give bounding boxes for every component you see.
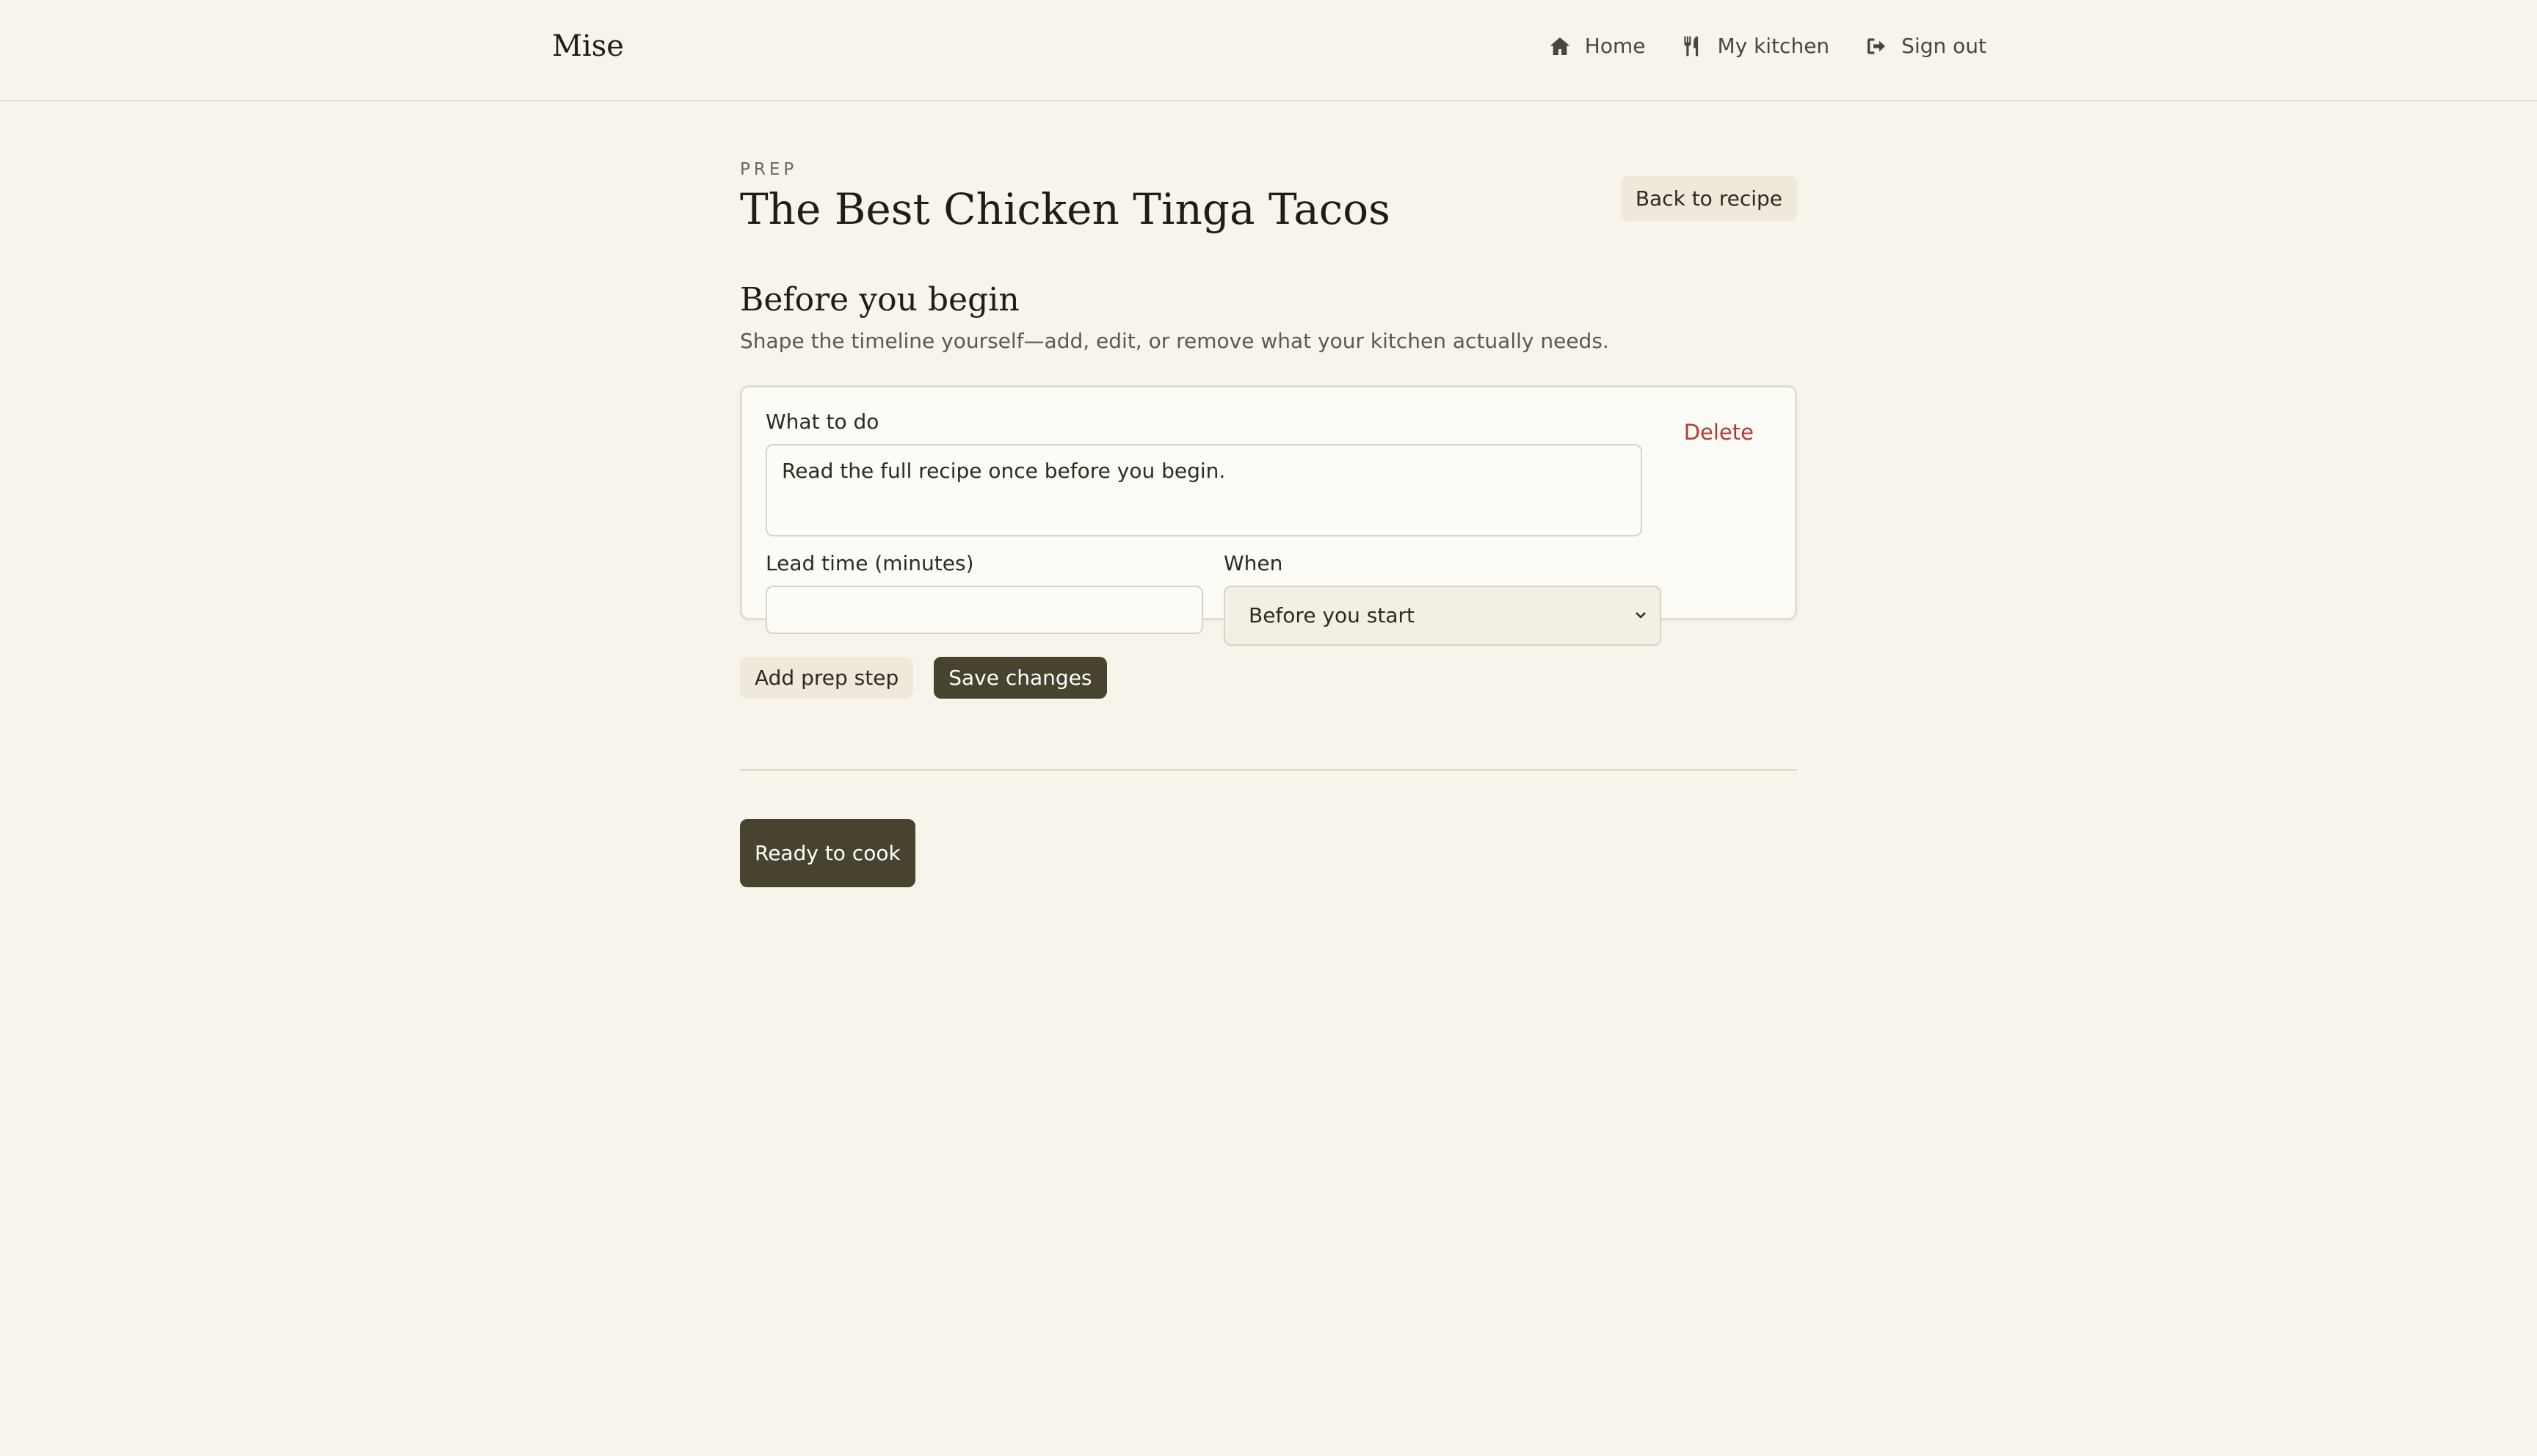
lead-time-label: Lead time (minutes) [766, 550, 974, 575]
utensils-icon [1680, 34, 1704, 58]
what-to-do-label: What to do [766, 409, 879, 434]
section-divider [740, 768, 1797, 771]
step-fields-row: Lead time (minutes) When Before you star… [766, 551, 1771, 646]
when-select[interactable]: Before you start [1224, 585, 1661, 646]
main-nav: Home My kitchen Sign out [1548, 34, 1986, 58]
brand-logo[interactable]: Mise [552, 29, 624, 63]
lead-time-input[interactable] [766, 585, 1203, 634]
lead-time-field: Lead time (minutes) [766, 551, 1206, 646]
save-changes-button[interactable]: Save changes [934, 656, 1107, 699]
add-prep-step-button[interactable]: Add prep step [740, 656, 914, 699]
top-bar: Mise Home My kitchen Sign out [0, 0, 2537, 101]
chevron-down-icon [1633, 603, 1648, 627]
nav-home-label: Home [1584, 34, 1646, 58]
section-subtitle: Shape the timeline yourself—add, edit, o… [740, 328, 1609, 353]
section-title: Before you begin [740, 280, 1020, 318]
delete-step-button[interactable]: Delete [1684, 420, 1754, 445]
what-to-do-textarea[interactable]: Read the full recipe once before you beg… [766, 443, 1642, 536]
prep-step-card: What to do Read the full recipe once bef… [740, 385, 1797, 646]
nav-sign-out[interactable]: Sign out [1865, 34, 1986, 58]
sign-out-icon [1865, 34, 1888, 58]
nav-my-kitchen-label: My kitchen [1717, 34, 1830, 58]
nav-sign-out-label: Sign out [1901, 34, 1986, 58]
back-to-recipe-button[interactable]: Back to recipe [1620, 176, 1797, 221]
when-select-value: Before you start [1249, 603, 1415, 628]
nav-home[interactable]: Home [1548, 34, 1646, 58]
when-label: When [1224, 550, 1283, 575]
prep-page: PREP The Best Chicken Tinga Tacos Back t… [740, 160, 1797, 887]
when-field: When Before you start [1224, 551, 1664, 646]
ready-to-cook-button[interactable]: Ready to cook [740, 818, 915, 887]
home-icon [1548, 34, 1572, 58]
nav-my-kitchen[interactable]: My kitchen [1680, 34, 1829, 58]
step-actions: Add prep step Save changes [740, 656, 1797, 699]
